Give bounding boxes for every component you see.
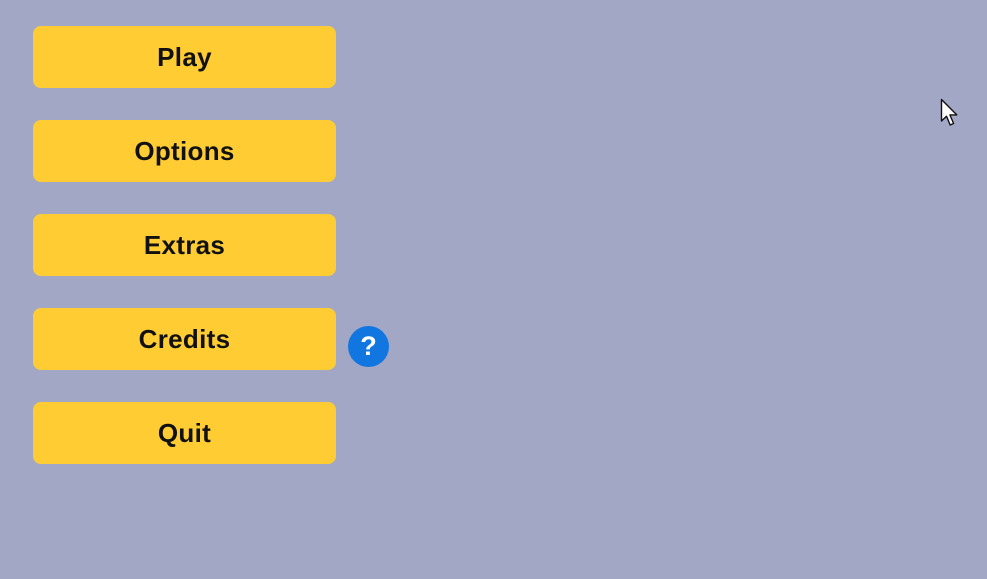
options-button[interactable]: Options — [33, 120, 336, 182]
quit-button[interactable]: Quit — [33, 402, 336, 464]
play-button[interactable]: Play — [33, 26, 336, 88]
credits-button[interactable]: Credits — [33, 308, 336, 370]
extras-button[interactable]: Extras — [33, 214, 336, 276]
help-icon[interactable]: ? — [348, 326, 389, 367]
main-menu: Play Options Extras Credits Quit — [33, 26, 336, 464]
mouse-pointer-icon — [940, 98, 958, 126]
